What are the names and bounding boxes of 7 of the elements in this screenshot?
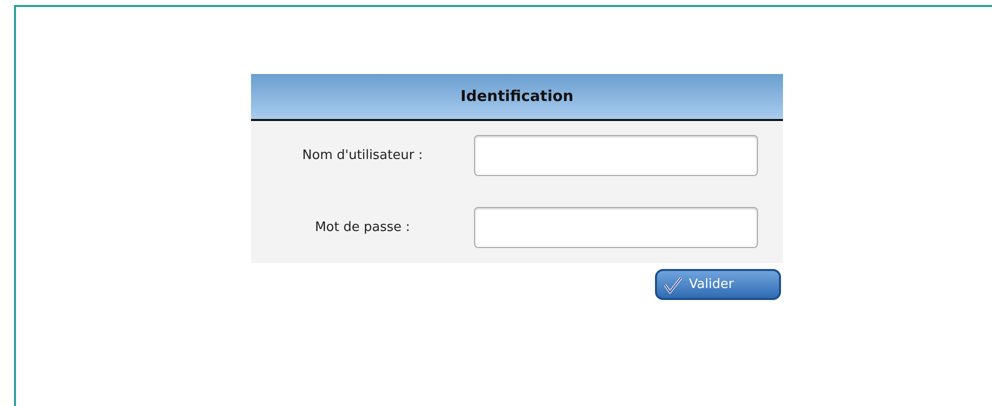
input-field[interactable] [474,135,758,176]
field-label: Mot de passe : [314,218,410,237]
field-label: Nom d'utilisateur : [302,146,423,165]
check-icon [663,276,683,294]
validate-button[interactable]: Valider [655,269,781,300]
input-field[interactable] [474,207,758,248]
panel-title: Identification [460,86,574,108]
